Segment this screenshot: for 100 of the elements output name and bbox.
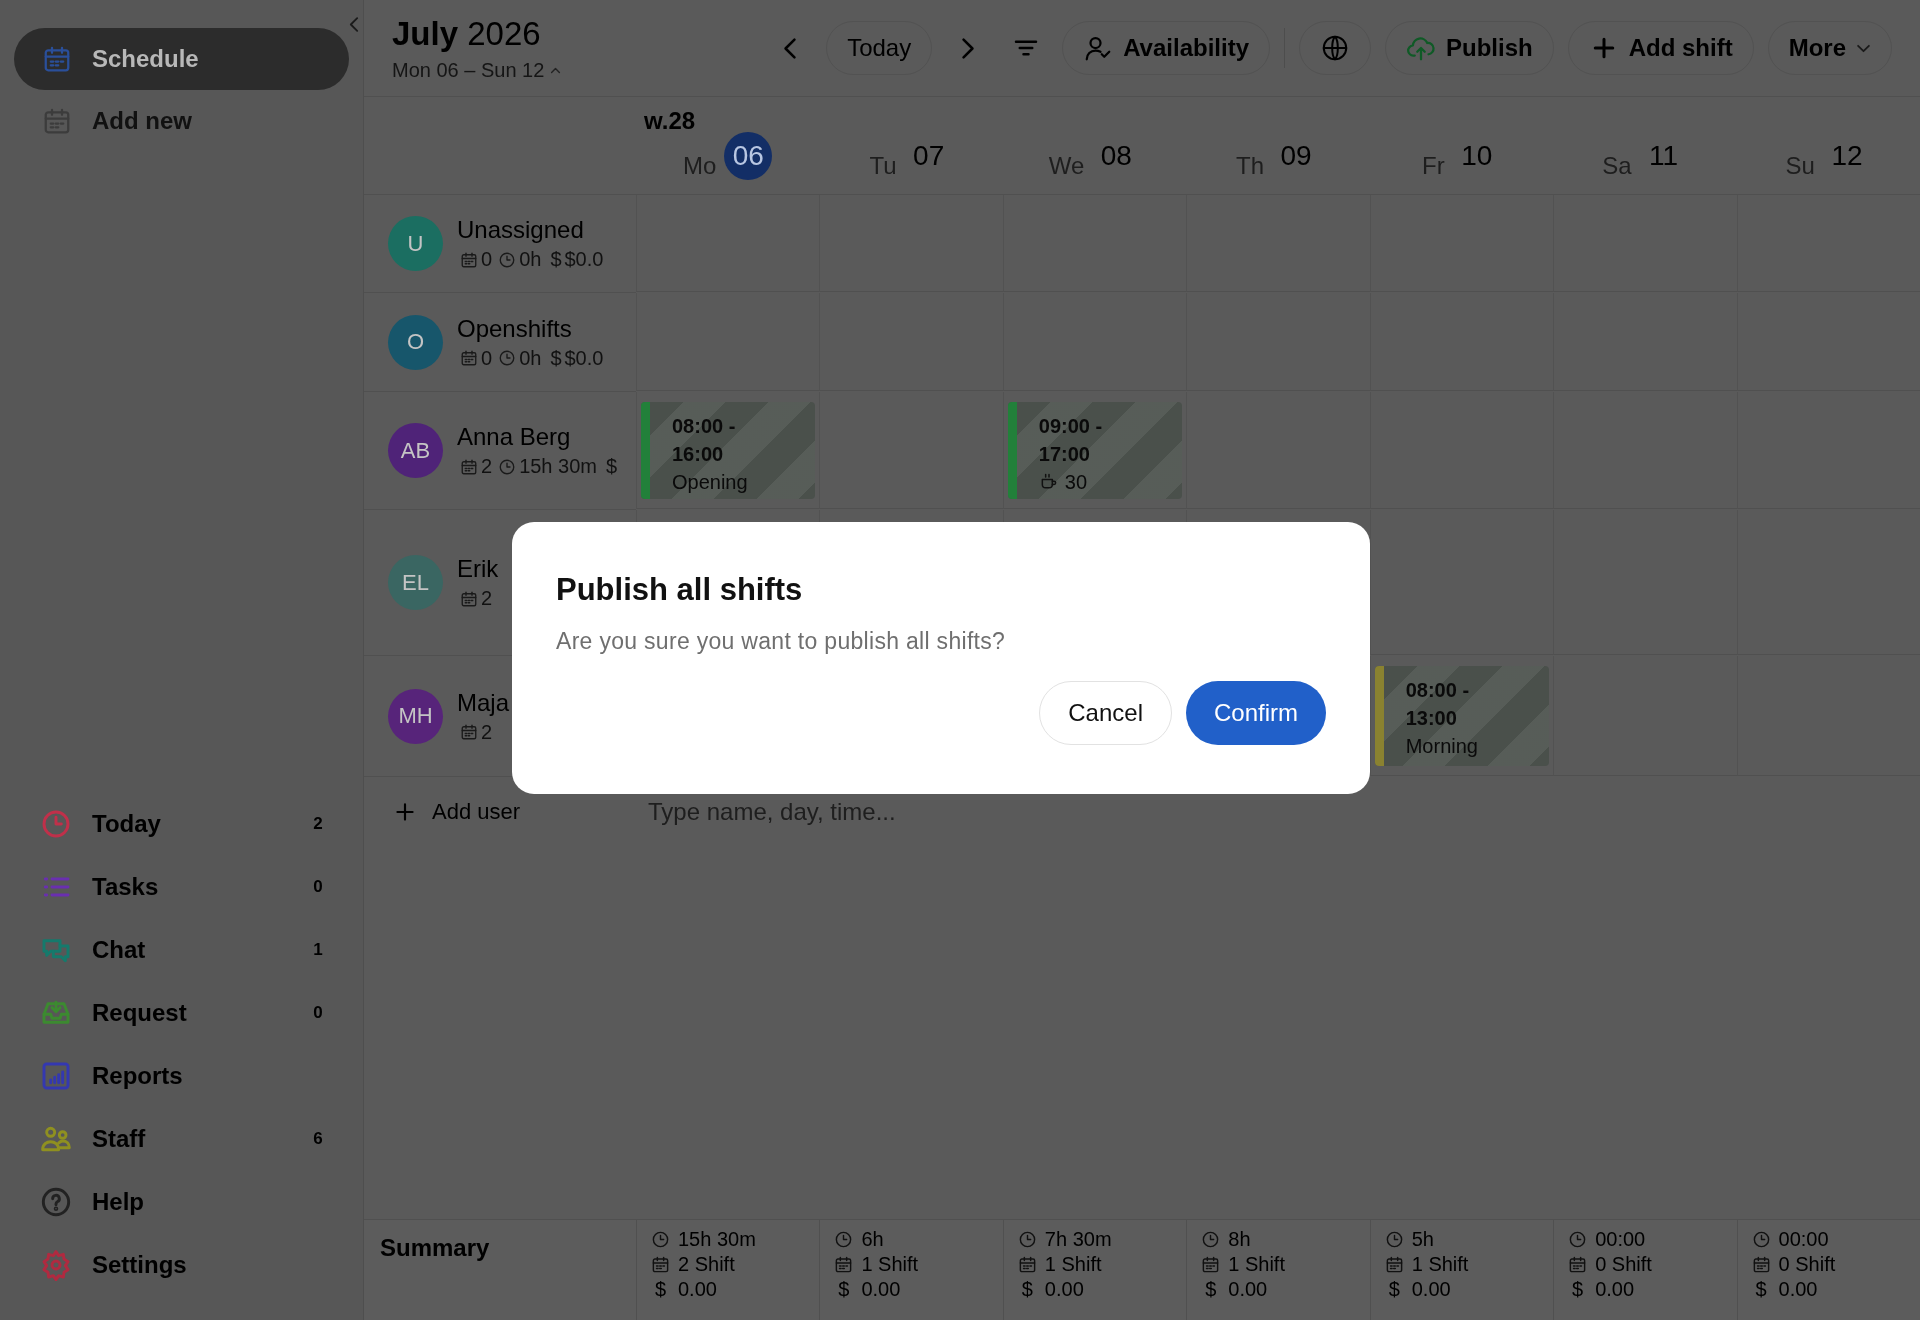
employee-name[interactable]: Maja [457, 688, 510, 717]
summary-hours: 00:00 [1595, 1228, 1646, 1251]
day-number[interactable]: 07 [904, 132, 953, 180]
globe-icon [1320, 33, 1350, 63]
employee-name[interactable]: Erik [457, 555, 499, 583]
shift-card[interactable]: 08:00 - 13:00 Morning [1374, 666, 1550, 766]
shift-count: 0 [481, 248, 493, 271]
summary-amount: 0.00 [861, 1278, 901, 1301]
cancel-button[interactable]: Cancel [1039, 681, 1172, 745]
count-label: 1 [312, 939, 324, 960]
availability-button[interactable]: Availability [1062, 21, 1270, 75]
clock-icon [1751, 1230, 1771, 1249]
shift-end: 16:00 [672, 442, 725, 467]
hours-total: 15h 30m [519, 455, 597, 478]
summary-amount: 0.00 [1595, 1278, 1635, 1301]
nav-item[interactable]: Help [14, 1170, 349, 1233]
clock-icon [1017, 1230, 1037, 1249]
calendar-icon [460, 723, 478, 741]
summary-hours: 6h [861, 1228, 884, 1251]
employee-name[interactable]: Unassigned [457, 216, 604, 244]
avatar: AB [388, 423, 443, 478]
currency-symbol: $ [550, 248, 562, 271]
employee-name[interactable]: Anna Berg [457, 423, 618, 451]
hours-total: 0h [519, 248, 542, 271]
summary-label: Summary [379, 1233, 491, 1263]
weekday-label: Mo [683, 152, 717, 180]
clock-icon [1384, 1230, 1404, 1249]
count-label: 6 [312, 1128, 324, 1149]
summary-shifts: 1 Shift [861, 1253, 919, 1276]
week-range-selector[interactable]: Mon 06 – Sun 12 [392, 58, 712, 82]
clock-icon [498, 457, 517, 476]
shift-count: 2 [481, 455, 493, 478]
avatar: O [388, 314, 443, 370]
quick-add-field[interactable]: Type name, day, time... [646, 797, 1050, 827]
employee-name[interactable]: Openshifts [457, 314, 604, 343]
avatar: EL [388, 555, 443, 610]
summary-hours: 7h 30m [1044, 1228, 1112, 1251]
week-number: w.28 [644, 107, 696, 135]
weekday-label: Fr [1422, 152, 1445, 180]
calendar-icon [42, 44, 72, 74]
sidebar-item[interactable]: Add new [14, 90, 349, 152]
calendar-icon [1017, 1255, 1037, 1274]
dialog-message: Are you sure you want to publish all shifts? [556, 628, 1007, 655]
clock-icon [834, 1230, 854, 1249]
calendar-icon [834, 1255, 854, 1274]
summary-amount: 0.00 [1411, 1278, 1451, 1301]
nav-item[interactable]: Staff 6 [14, 1107, 349, 1170]
weekday-label: Tu [869, 152, 897, 180]
currency-symbol: $ [1020, 1278, 1034, 1301]
shift-end: 13:00 [1405, 706, 1458, 731]
day-number[interactable]: 08 [1092, 132, 1141, 180]
day-number[interactable]: 10 [1452, 132, 1501, 180]
collapse-sidebar-icon[interactable] [349, 16, 359, 33]
summary-shifts: 1 Shift [1411, 1253, 1469, 1276]
nav-item[interactable]: Request 0 [14, 981, 349, 1044]
day-number[interactable]: 11 [1639, 132, 1688, 180]
shift-card[interactable]: 08:00 - 16:00 Opening [641, 402, 816, 499]
hours-total: 0h [519, 346, 542, 370]
summary-shifts: 1 Shift [1228, 1253, 1285, 1276]
dialog-title: Publish all shifts [556, 572, 804, 608]
calendar-icon [460, 589, 478, 608]
summary-amount: 0.00 [1778, 1278, 1818, 1301]
shift-card[interactable]: 09:00 - 17:00 30 [1007, 402, 1183, 499]
summary-amount: 0.00 [1228, 1278, 1268, 1301]
clock-icon [498, 349, 517, 367]
calendar-icon [42, 106, 72, 136]
summary-amount: 0.00 [678, 1278, 717, 1301]
nav-item[interactable]: Reports [14, 1044, 349, 1107]
publish-button[interactable]: Publish [1385, 21, 1554, 75]
nav-item[interactable]: Today 2 [14, 792, 349, 855]
day-number[interactable]: 06 [724, 132, 773, 180]
confirm-button[interactable]: Confirm [1186, 681, 1326, 745]
nav-item[interactable]: Chat 1 [14, 918, 349, 981]
currency-symbol: $ [550, 346, 562, 370]
currency-symbol: $ [1754, 1278, 1768, 1301]
add-shift-button[interactable]: Add shift [1567, 21, 1754, 75]
weekday-label: We [1048, 152, 1085, 180]
shift-count: 0 [481, 346, 493, 370]
weekday-label: Sa [1602, 152, 1632, 180]
calendar-icon [1384, 1255, 1404, 1274]
today-button[interactable]: Today [826, 21, 933, 75]
shift-count: 2 [481, 587, 493, 610]
summary-hours: 00:00 [1778, 1228, 1829, 1251]
currency-symbol: $ [1387, 1278, 1401, 1301]
day-number[interactable]: 09 [1272, 132, 1320, 180]
currency-symbol: $ [837, 1278, 851, 1301]
nav-item[interactable]: Tasks 0 [14, 855, 349, 918]
chevron-down-icon [1856, 43, 1871, 53]
sidebar-item[interactable]: Schedule [14, 28, 349, 90]
add-user-button[interactable]: Add user [392, 799, 632, 825]
day-number[interactable]: 12 [1822, 132, 1871, 180]
nav-item[interactable]: Settings [14, 1233, 349, 1296]
calendar-icon [460, 250, 478, 269]
clock-icon [1568, 1230, 1588, 1249]
avatar: MH [388, 688, 443, 744]
currency-symbol: $ [653, 1278, 668, 1301]
shift-note: Opening [672, 470, 749, 495]
more-dropdown[interactable]: More [1767, 21, 1892, 75]
shift-count: 2 [481, 720, 493, 744]
summary-shifts: 1 Shift [1044, 1253, 1102, 1276]
